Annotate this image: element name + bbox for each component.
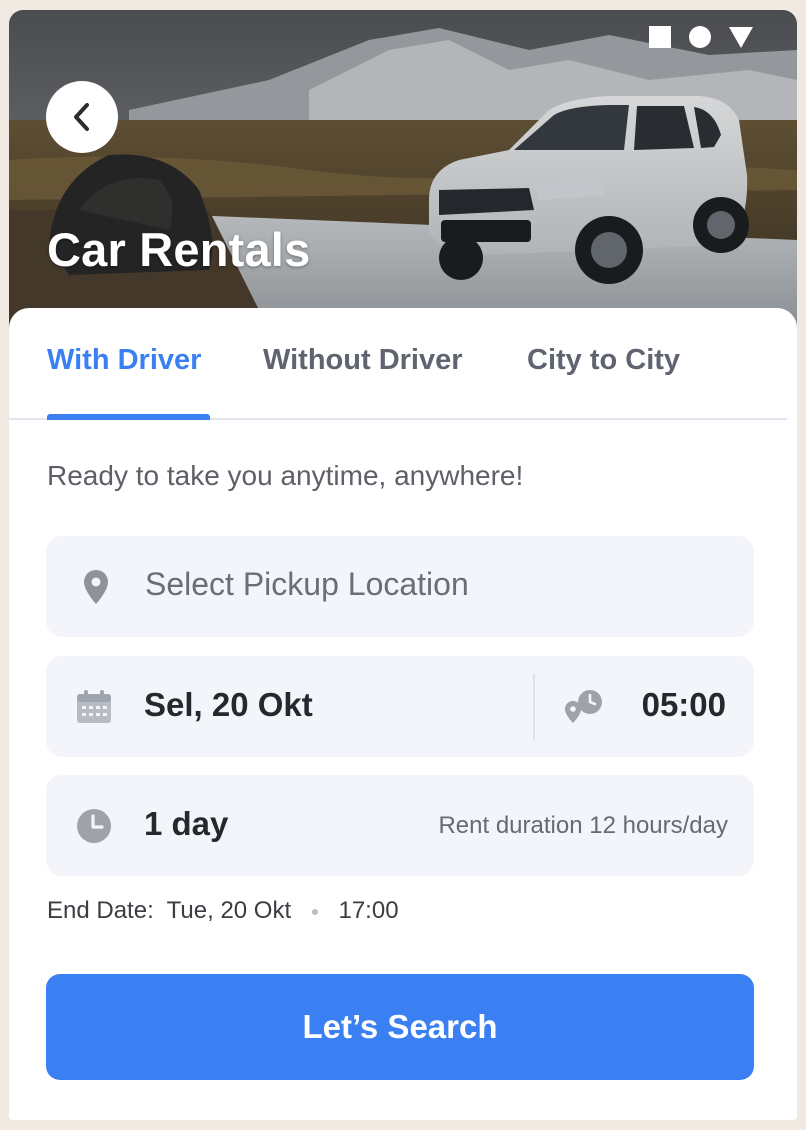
search-button[interactable]: Let’s Search (46, 974, 754, 1080)
tagline: Ready to take you anytime, anywhere! (47, 460, 524, 491)
pickup-time-value[interactable]: 05:00 (642, 686, 726, 724)
pin-clock-icon (565, 689, 602, 723)
booking-card: With Driver Without Driver City to City … (9, 308, 797, 1120)
end-date-value: Tue, 20 Okt (166, 897, 292, 924)
field-divider (533, 674, 535, 740)
tab-city-to-city[interactable]: City to City (527, 344, 680, 377)
pickup-location-field[interactable]: Select Pickup Location (46, 536, 754, 637)
app-screen: Car Rentals With Driver Without Driver C… (9, 10, 797, 1120)
chevron-left-icon (74, 103, 89, 131)
pickup-date-value[interactable]: Sel, 20 Okt (144, 686, 313, 724)
triangle-icon (729, 26, 753, 48)
location-pin-icon (84, 569, 108, 604)
page-title: Car Rentals (47, 223, 311, 276)
tab-bar: With Driver Without Driver City to City (9, 308, 787, 420)
square-icon (649, 26, 671, 48)
clock-icon (77, 808, 111, 843)
end-date-label: End Date: (47, 897, 154, 924)
back-button[interactable] (46, 81, 118, 153)
end-time-value: 17:00 (338, 897, 399, 924)
date-time-field: Sel, 20 Okt 05:00 (46, 656, 754, 757)
calendar-icon (77, 689, 111, 723)
tab-with-driver[interactable]: With Driver (47, 344, 201, 377)
hero-banner: Car Rentals (9, 10, 797, 330)
status-bar (649, 26, 753, 48)
pickup-placeholder: Select Pickup Location (145, 566, 469, 602)
active-tab-indicator (47, 414, 210, 420)
tab-without-driver[interactable]: Without Driver (263, 344, 463, 377)
duration-note: Rent duration 12 hours/day (438, 812, 728, 839)
car-photo (9, 10, 797, 330)
end-date-summary: End Date: Tue, 20 Okt 17:00 (47, 897, 399, 925)
duration-field[interactable]: 1 day Rent duration 12 hours/day (46, 775, 754, 876)
duration-value: 1 day (144, 805, 229, 842)
separator-dot (311, 908, 318, 915)
circle-icon (689, 26, 711, 48)
